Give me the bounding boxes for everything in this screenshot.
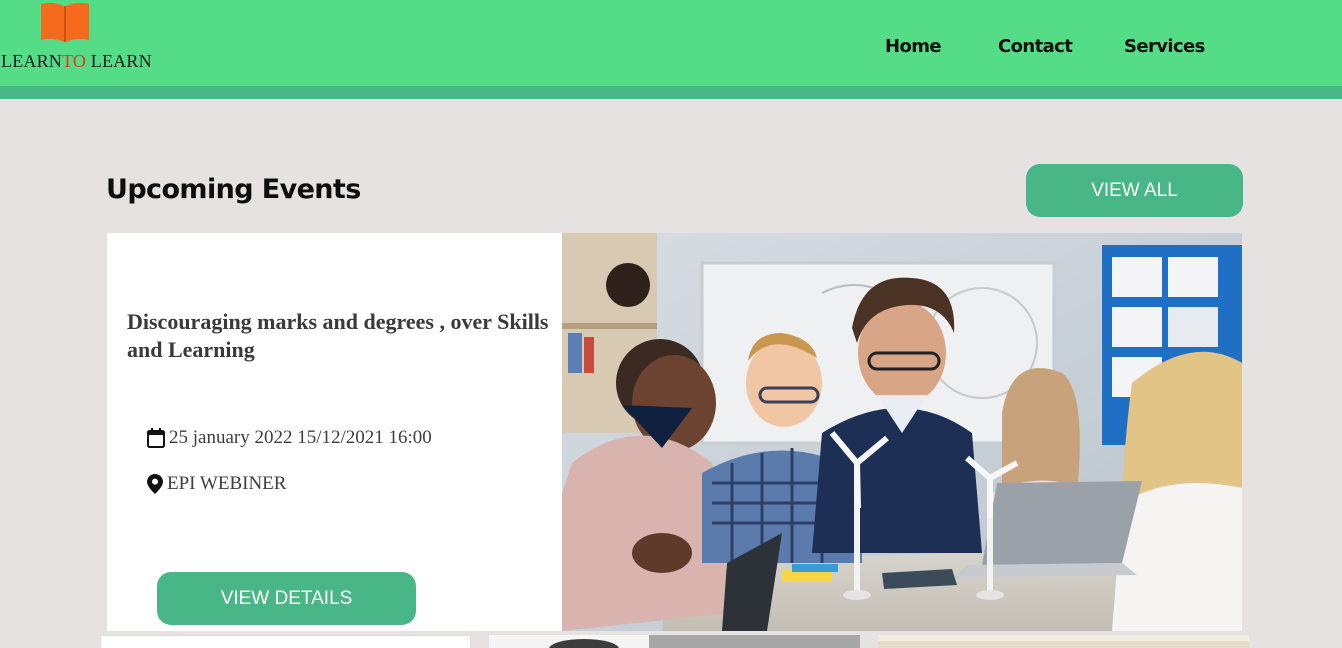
- event-card-preview: [100, 635, 471, 648]
- top-navbar: LEARNTO LEARN Home Contact Services: [0, 0, 1342, 86]
- view-details-button[interactable]: VIEW DETAILS: [157, 572, 416, 625]
- calendar-icon: [147, 428, 165, 448]
- event-location-text: EPI WEBINER: [167, 473, 287, 494]
- event-date-text: 25 january 2022 15/12/2021 16:00: [169, 427, 432, 448]
- featured-event-card: Discouraging marks and degrees , over Sk…: [107, 233, 1242, 631]
- event-location-row: EPI WEBINER: [147, 473, 286, 495]
- nav-link-contact[interactable]: Contact: [998, 36, 1073, 57]
- navbar-underline: [0, 86, 1342, 99]
- event-preview-photo: [878, 635, 1249, 648]
- nav-link-services[interactable]: Services: [1124, 36, 1205, 57]
- classroom-photo: [562, 233, 1242, 631]
- event-date-row: 25 january 2022 15/12/2021 16:00: [147, 427, 432, 449]
- event-card-preview: [878, 635, 1249, 648]
- section-title: Upcoming Events: [106, 174, 361, 205]
- event-preview-photo: [489, 635, 860, 648]
- main-nav: Home Contact Services: [0, 36, 1342, 60]
- view-all-button[interactable]: VIEW ALL: [1026, 164, 1243, 217]
- event-card-preview: [489, 635, 860, 648]
- event-photo: [562, 233, 1242, 631]
- nav-link-home[interactable]: Home: [885, 36, 942, 57]
- location-pin-icon: [147, 474, 163, 494]
- event-title: Discouraging marks and degrees , over Sk…: [127, 309, 549, 362]
